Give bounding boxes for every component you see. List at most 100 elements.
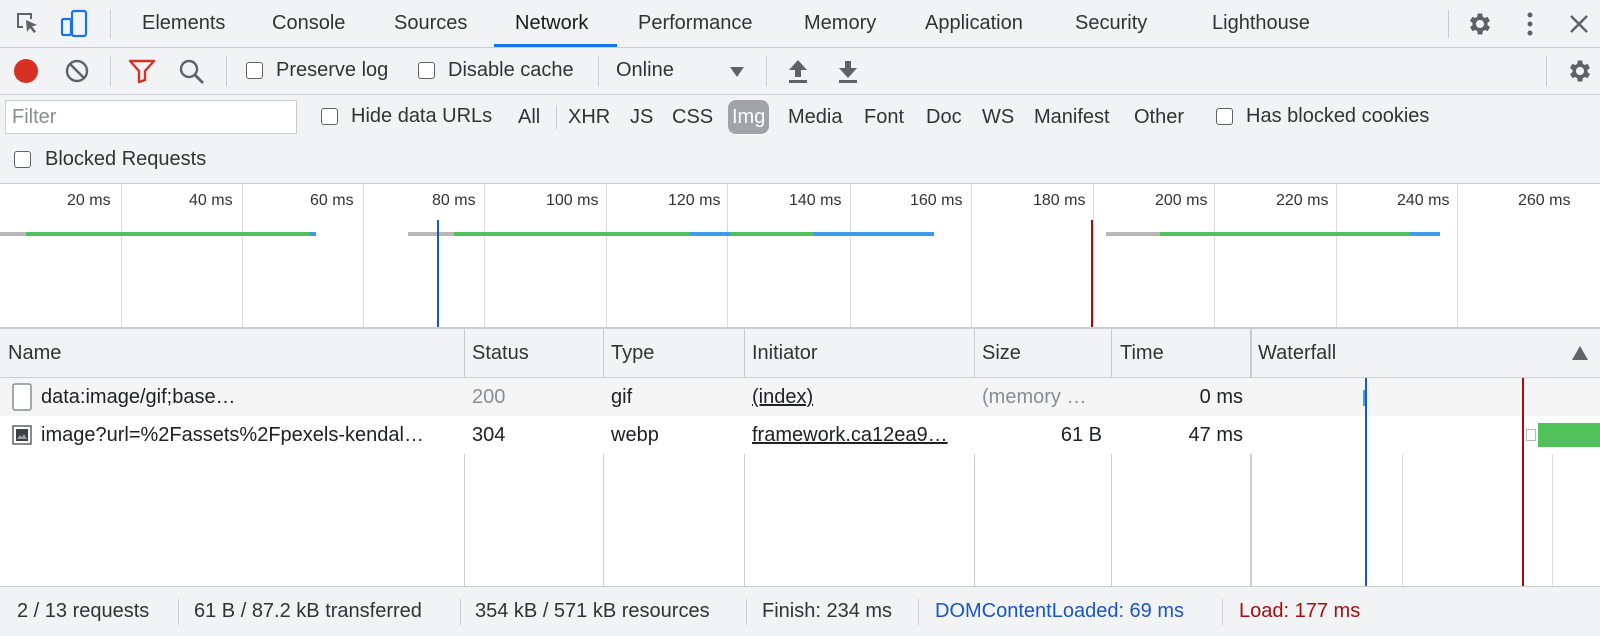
disable-cache-label: Disable cache — [448, 59, 574, 81]
overview-gridline — [1093, 184, 1094, 327]
sort-ascending-icon[interactable] — [1572, 346, 1588, 360]
column-separator[interactable] — [603, 329, 604, 586]
tab-security[interactable]: Security — [1075, 0, 1147, 47]
inspect-element-icon[interactable] — [14, 10, 42, 38]
overview-gridline — [1336, 184, 1337, 327]
blocked-requests-label: Blocked Requests — [45, 148, 207, 170]
tab-network[interactable]: Network — [515, 0, 588, 47]
column-header-name[interactable]: Name — [8, 329, 61, 377]
throttling-select[interactable]: Online — [606, 52, 754, 90]
search-icon[interactable] — [178, 58, 206, 86]
request-name: data:image/gif;base… — [41, 386, 236, 408]
column-separator[interactable] — [1250, 329, 1252, 586]
tab-application[interactable]: Application — [925, 0, 1023, 47]
summary-resources: 354 kB / 571 kB resources — [475, 600, 710, 622]
column-header-initiator[interactable]: Initiator — [752, 329, 818, 377]
filter-type-font[interactable]: Font — [860, 100, 908, 134]
network-toolbar: Preserve log Disable cache Online — [0, 48, 1600, 95]
filter-icon[interactable] — [128, 58, 156, 84]
import-har-icon[interactable] — [786, 57, 810, 85]
overview-bar-download — [310, 232, 316, 236]
has-blocked-cookies-label: Has blocked cookies — [1246, 105, 1430, 127]
more-options-icon[interactable] — [1520, 10, 1540, 38]
requests-table-header: Name Status Type Initiator Size Time Wat… — [0, 329, 1600, 378]
toolbar-separator — [1546, 56, 1547, 86]
waterfall-dom-content-loaded-marker — [1365, 378, 1367, 586]
filter-type-other[interactable]: Other — [1130, 100, 1188, 134]
preserve-log-checkbox[interactable] — [246, 62, 263, 79]
overview-tick-label: 100 ms — [546, 192, 599, 209]
summary-dom-content-loaded: DOMContentLoaded: 69 ms — [935, 600, 1185, 622]
request-type: gif — [611, 386, 633, 408]
clear-icon[interactable] — [64, 58, 90, 84]
overview-tick-label: 120 ms — [668, 192, 721, 209]
filter-input[interactable] — [5, 100, 297, 134]
blocked-requests-checkbox[interactable] — [14, 151, 31, 168]
overview-gridline — [121, 184, 122, 327]
overview-gridline — [1457, 184, 1458, 327]
tab-performance[interactable]: Performance — [638, 0, 753, 47]
filter-type-img[interactable]: Img — [728, 100, 770, 134]
column-header-size[interactable]: Size — [982, 329, 1021, 377]
overview-bar-queue — [408, 232, 454, 236]
hide-data-urls-checkbox[interactable] — [321, 108, 338, 125]
overview-tick-label: 20 ms — [67, 192, 111, 209]
export-har-icon[interactable] — [836, 57, 860, 85]
filter-type-doc[interactable]: Doc — [922, 100, 966, 134]
toolbar-separator — [766, 56, 767, 86]
dom-content-loaded-marker — [437, 220, 439, 327]
record-icon[interactable] — [13, 58, 39, 84]
overview-gridline — [242, 184, 243, 327]
overview-gridline — [971, 184, 972, 327]
column-header-time[interactable]: Time — [1120, 329, 1164, 377]
overview-gridline — [363, 184, 364, 327]
overview-tick-label: 40 ms — [189, 192, 233, 209]
network-overview[interactable]: 20 ms 40 ms 60 ms 80 ms 100 ms 120 ms 14… — [0, 184, 1600, 329]
tab-sources[interactable]: Sources — [394, 0, 467, 47]
column-header-type[interactable]: Type — [611, 329, 654, 377]
network-settings-gear-icon[interactable] — [1566, 57, 1594, 85]
overview-bar-waiting — [454, 232, 814, 236]
overview-gridline — [850, 184, 851, 327]
request-size: 61 B — [1060, 424, 1102, 446]
request-initiator-link[interactable]: framework.ca12ea9… — [752, 416, 966, 454]
request-initiator-link[interactable]: (index) — [752, 378, 966, 416]
summary-finish: Finish: 234 ms — [762, 600, 893, 622]
table-row[interactable]: image?url=%2Fassets%2Fpexels-kendal… 304… — [0, 416, 1600, 454]
tab-console[interactable]: Console — [272, 0, 345, 47]
overview-bar-download — [690, 232, 730, 236]
devtools-tab-bar: Elements Console Sources Network Perform… — [0, 0, 1600, 48]
request-status: 200 — [472, 386, 506, 408]
overview-gridline — [484, 184, 485, 327]
column-separator[interactable] — [464, 329, 465, 586]
column-separator[interactable] — [1111, 329, 1112, 586]
has-blocked-cookies-checkbox[interactable] — [1216, 108, 1233, 125]
table-row[interactable]: data:image/gif;base… 200 gif (index) (me… — [0, 378, 1600, 416]
filter-type-media[interactable]: Media — [784, 100, 846, 134]
column-separator[interactable] — [974, 329, 975, 586]
filter-type-ws[interactable]: WS — [978, 100, 1018, 134]
tab-memory[interactable]: Memory — [804, 0, 876, 47]
disable-cache-checkbox[interactable] — [418, 62, 435, 79]
column-header-status[interactable]: Status — [472, 329, 529, 377]
tab-elements[interactable]: Elements — [142, 0, 225, 47]
request-status: 304 — [472, 424, 506, 446]
column-separator[interactable] — [744, 329, 745, 586]
overview-tick-label: 160 ms — [910, 192, 963, 209]
filter-type-manifest[interactable]: Manifest — [1030, 100, 1114, 134]
filter-type-xhr[interactable]: XHR — [564, 100, 614, 134]
throttling-value: Online — [616, 59, 674, 81]
close-icon[interactable] — [1568, 13, 1590, 35]
filter-type-all[interactable]: All — [514, 100, 544, 134]
overview-tick-label: 220 ms — [1276, 192, 1329, 209]
tab-separator — [1448, 10, 1449, 38]
tab-lighthouse[interactable]: Lighthouse — [1212, 0, 1310, 47]
column-header-waterfall[interactable]: Waterfall — [1258, 329, 1336, 377]
summary-load: Load: 177 ms — [1239, 600, 1361, 622]
settings-gear-icon[interactable] — [1466, 10, 1494, 38]
request-name: image?url=%2Fassets%2Fpexels-kendal… — [41, 424, 424, 446]
filter-separator — [556, 105, 557, 129]
filter-type-js[interactable]: JS — [626, 100, 657, 134]
filter-type-css[interactable]: CSS — [668, 100, 717, 134]
device-toolbar-icon[interactable] — [60, 9, 90, 39]
